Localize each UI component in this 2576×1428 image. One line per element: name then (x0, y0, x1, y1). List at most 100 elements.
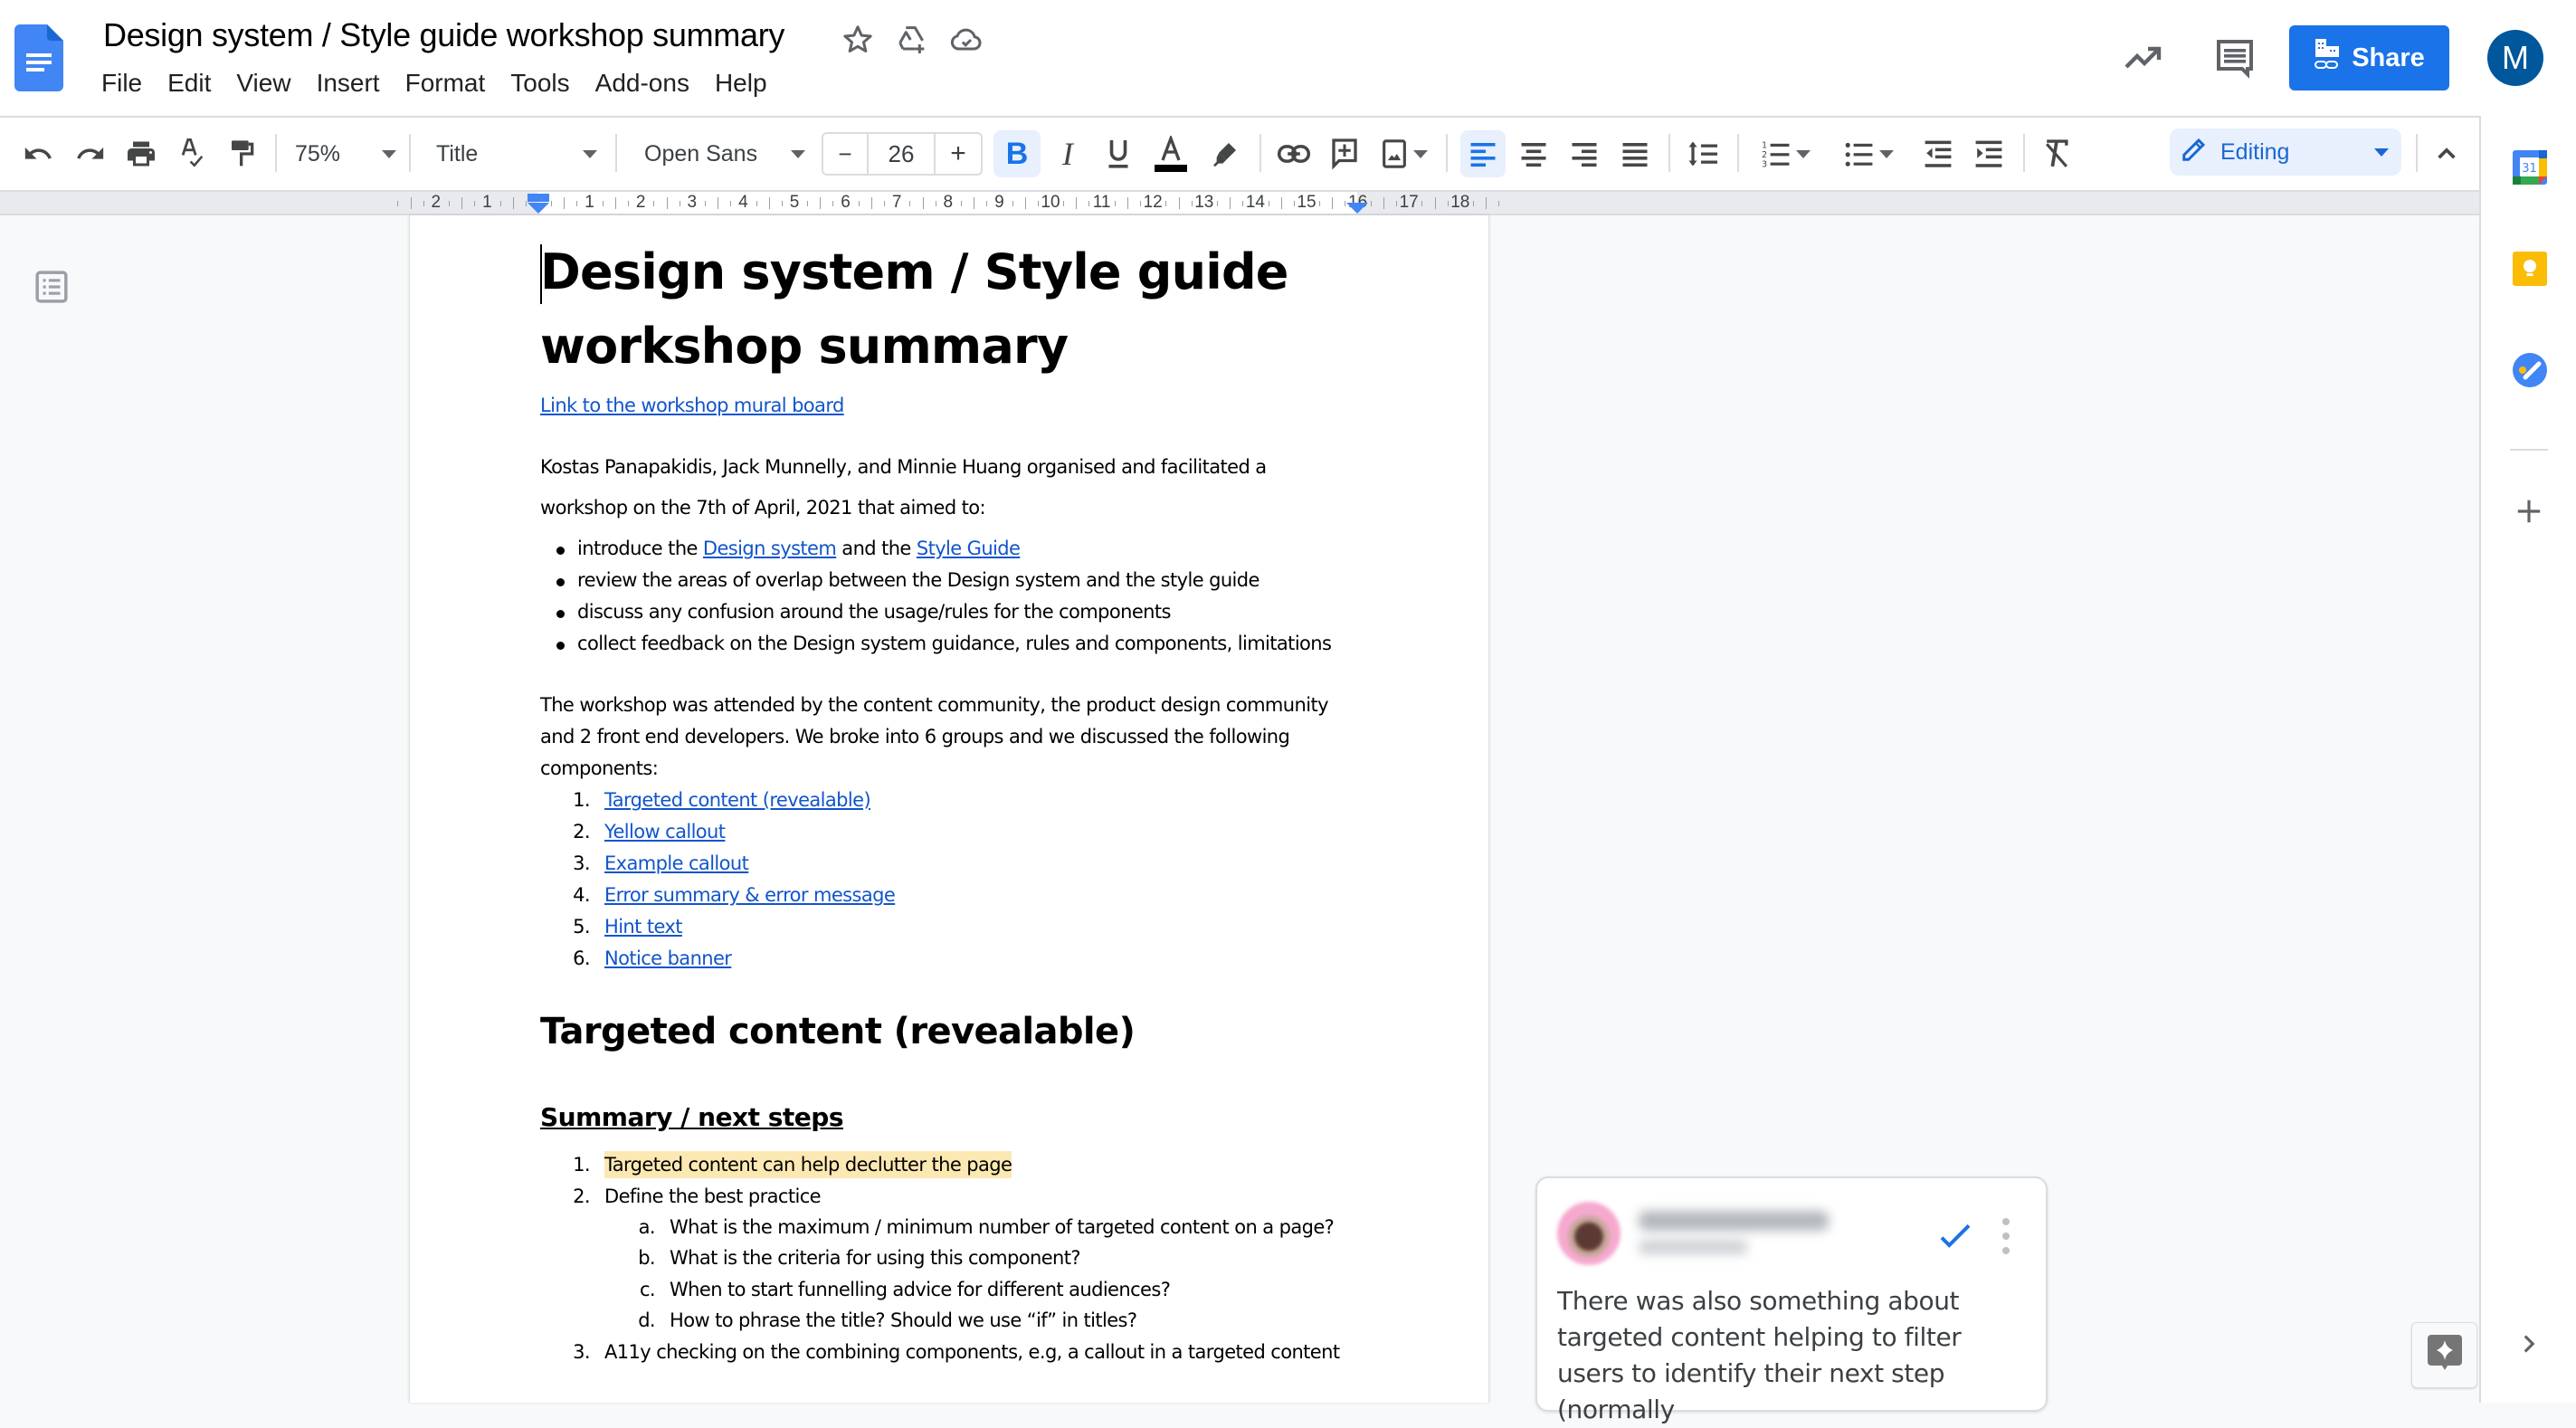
increase-indent-button[interactable] (1967, 130, 2010, 177)
align-left-button[interactable] (1460, 130, 1506, 177)
underline-button[interactable] (1097, 130, 1140, 177)
component-link[interactable]: Error summary & error message (604, 884, 896, 906)
component-link[interactable]: Notice banner (604, 947, 732, 969)
show-side-panel-button[interactable] (2514, 1328, 2544, 1359)
increase-font-size-button[interactable]: + (936, 134, 981, 174)
ruler-number: 10 (1041, 193, 1060, 212)
star-icon[interactable] (840, 22, 876, 58)
redo-button[interactable] (71, 130, 110, 177)
calendar-icon[interactable]: 31 (2513, 150, 2547, 185)
undo-button[interactable] (18, 130, 58, 177)
design-system-link[interactable]: Design system (703, 538, 837, 559)
ruler-tick (461, 197, 463, 209)
clear-formatting-button[interactable] (2034, 130, 2079, 177)
menu-insert[interactable]: Insert (304, 69, 393, 98)
more-options-button[interactable] (2001, 1216, 2011, 1258)
menu-bar: File Edit View Insert Format Tools Add-o… (101, 69, 780, 98)
highlight-button[interactable] (1203, 130, 1247, 177)
spellcheck-button[interactable] (172, 130, 212, 177)
ruler[interactable]: 2 1 1 2 3 4 5 6 7 8 9 10 11 12 13 14 15 16 17 18 (0, 190, 2479, 215)
italic-icon: I (1062, 136, 1073, 172)
add-comment-button[interactable] (1323, 130, 1366, 177)
sub-step-item: When to start funnelling advice for diff… (670, 1279, 1171, 1300)
ruler-number: 1 (585, 193, 594, 212)
insert-link-button[interactable] (1272, 130, 1316, 177)
decrease-font-size-button[interactable]: − (823, 134, 869, 174)
zoom-select[interactable]: 75% (288, 130, 404, 177)
numbered-list-button[interactable]: 123 (1754, 130, 1819, 177)
paint-format-button[interactable] (223, 130, 262, 177)
toolbar-divider (275, 134, 277, 172)
left-indent-handle[interactable] (528, 203, 549, 214)
get-add-ons-button[interactable] (2510, 492, 2548, 530)
ruler-tick (1319, 201, 1321, 206)
ruler-tick (614, 197, 616, 209)
ruler-tick (576, 201, 578, 206)
component-link[interactable]: Example callout (604, 852, 749, 874)
style-guide-link[interactable]: Style Guide (917, 538, 1021, 559)
list-number: 1. (573, 789, 590, 811)
ruler-tick (1126, 197, 1128, 209)
right-indent-handle[interactable] (1346, 203, 1368, 214)
paragraph-style-select[interactable]: Title (425, 130, 604, 177)
font-family-select[interactable]: Open Sans (633, 130, 813, 177)
document-title[interactable]: Design system / Style guide workshop sum… (103, 16, 784, 54)
first-line-indent-handle[interactable] (528, 194, 549, 202)
editing-mode-select[interactable]: Editing (2170, 129, 2401, 176)
resolve-comment-button[interactable] (1937, 1218, 1973, 1254)
menu-view[interactable]: View (223, 69, 303, 98)
document-heading-title[interactable]: Design system / Style guide workshop sum… (540, 235, 1288, 384)
document-outline-icon[interactable] (34, 270, 69, 304)
component-link[interactable]: Yellow callout (604, 821, 726, 843)
ruler-tick (423, 201, 424, 206)
sub-step-item: How to phrase the title? Should we use “… (670, 1309, 1137, 1331)
line-spacing-button[interactable] (1681, 130, 1726, 177)
ruler-tick (551, 201, 553, 206)
share-button[interactable]: Share (2289, 25, 2449, 90)
font-size-input[interactable]: 26 (869, 134, 936, 174)
ruler-tick (1498, 201, 1500, 206)
bold-button[interactable]: B (993, 130, 1041, 177)
numbered-list-icon: 123 (1762, 139, 1791, 168)
ruler-tick (1088, 201, 1090, 206)
italic-button[interactable]: I (1046, 130, 1089, 177)
menu-help[interactable]: Help (702, 69, 780, 98)
menu-add-ons[interactable]: Add-ons (583, 69, 702, 98)
explore-button[interactable] (2411, 1322, 2477, 1388)
tasks-icon[interactable] (2513, 353, 2547, 387)
svg-text:2: 2 (1762, 150, 1767, 160)
mural-board-link[interactable]: Link to the workshop mural board (540, 395, 844, 416)
menu-tools[interactable]: Tools (498, 69, 582, 98)
menu-file[interactable]: File (101, 69, 155, 98)
account-avatar[interactable]: M (2487, 30, 2543, 86)
collapse-toolbar-button[interactable] (2427, 130, 2467, 177)
trending-up-icon[interactable] (2121, 36, 2164, 80)
drive-add-icon[interactable] (894, 22, 930, 58)
ruler-number: 13 (1194, 193, 1214, 212)
side-panel-divider (2510, 449, 2548, 451)
ruler-tick (1421, 201, 1423, 206)
ruler-tick (909, 201, 911, 206)
cloud-done-icon[interactable] (948, 22, 984, 58)
component-link[interactable]: Hint text (604, 916, 682, 938)
menu-format[interactable]: Format (393, 69, 499, 98)
decrease-indent-button[interactable] (1916, 130, 1960, 177)
align-right-button[interactable] (1562, 130, 1607, 177)
insert-image-button[interactable] (1374, 130, 1435, 177)
justify-button[interactable] (1612, 130, 1658, 177)
menu-edit[interactable]: Edit (155, 69, 223, 98)
comment-card[interactable]: There was also something about targeted … (1535, 1176, 2048, 1424)
redo-icon (75, 138, 106, 169)
print-button[interactable] (121, 130, 161, 177)
comment-timestamp-blurred (1639, 1240, 1747, 1254)
component-link[interactable]: Targeted content (revealable) (604, 789, 871, 811)
align-left-icon (1469, 140, 1497, 167)
align-center-button[interactable] (1511, 130, 1556, 177)
list-letter: b. (638, 1247, 655, 1269)
svg-text:3: 3 (1762, 159, 1767, 168)
keep-icon[interactable] (2513, 252, 2547, 286)
bulleted-list-button[interactable] (1837, 130, 1902, 177)
text-color-button[interactable] (1147, 130, 1194, 177)
google-docs-icon[interactable] (14, 24, 63, 91)
comment-history-icon[interactable] (2213, 36, 2257, 80)
